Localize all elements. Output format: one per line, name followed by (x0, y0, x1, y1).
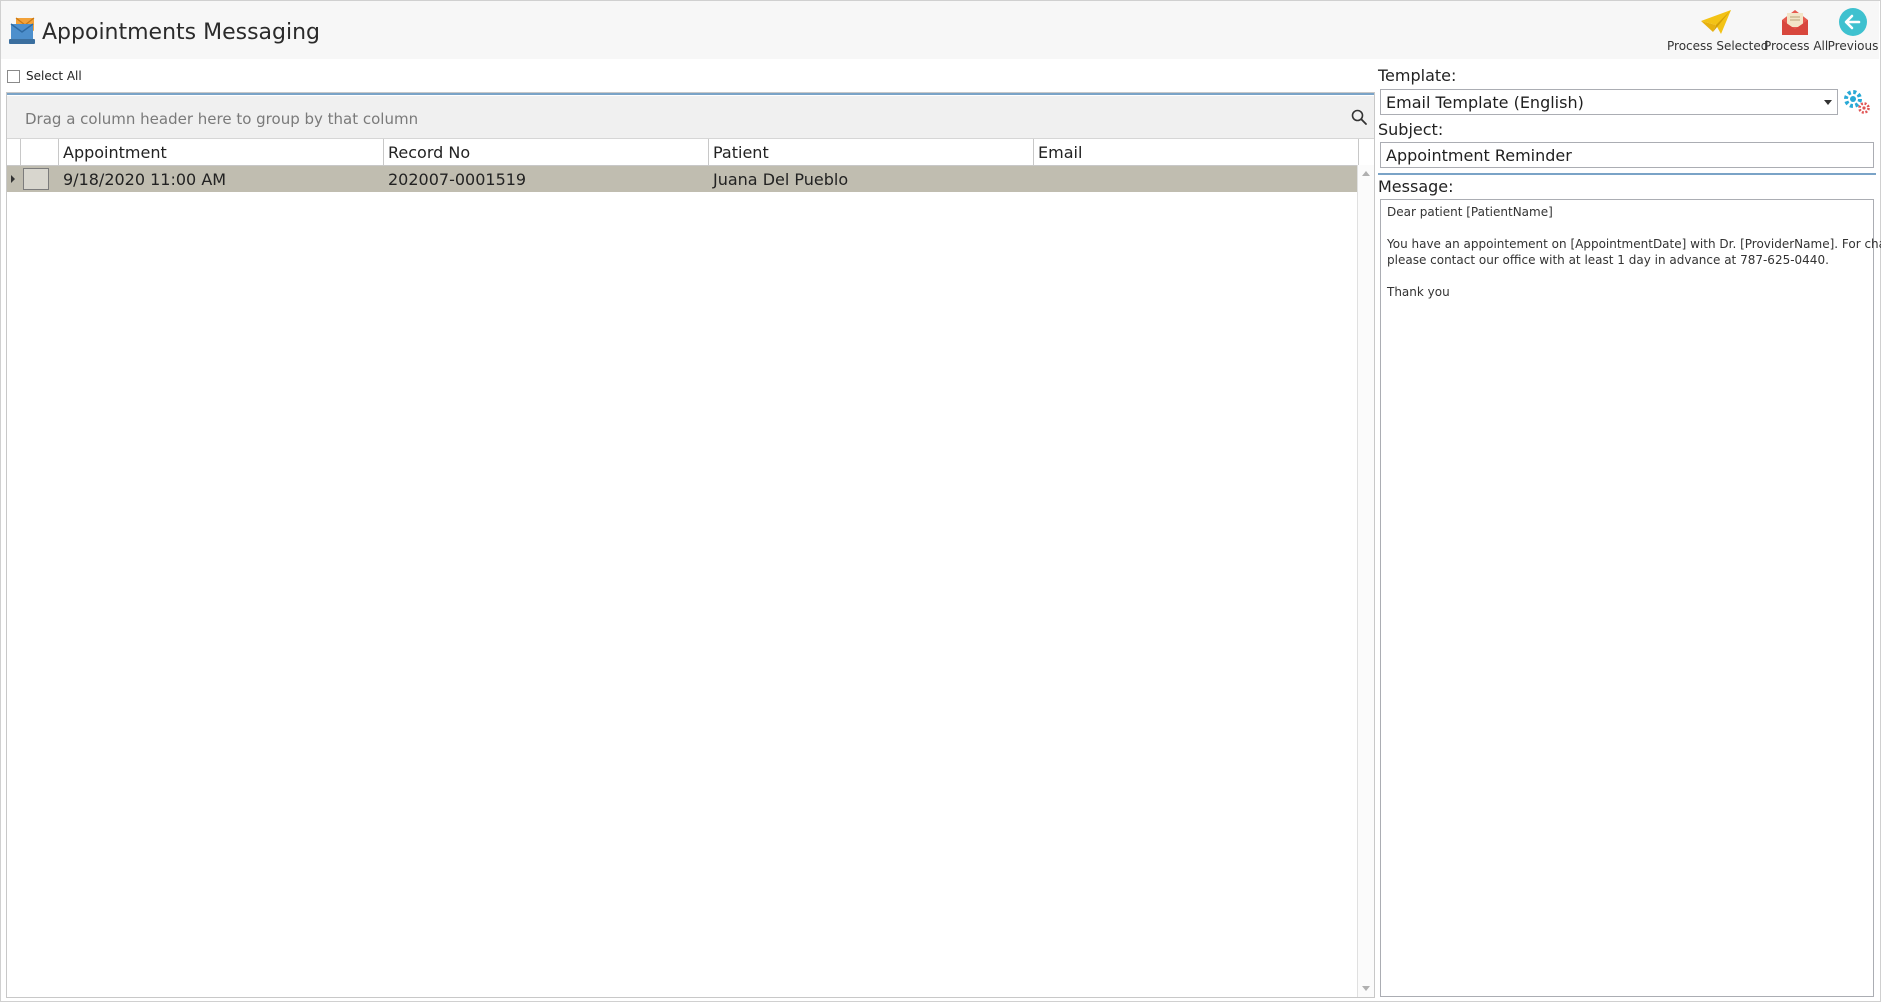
select-all-label: Select All (26, 69, 82, 83)
message-line: Dear patient [PatientName] (1387, 205, 1553, 219)
template-dropdown[interactable]: Email Template (English) (1380, 89, 1838, 115)
subject-label: Subject: (1378, 120, 1444, 139)
grid-top-divider (7, 93, 1374, 95)
previous-button[interactable]: Previous (1827, 5, 1879, 59)
message-line: Thank you (1387, 285, 1450, 299)
message-line: You have an appointement on [Appointment… (1387, 237, 1881, 251)
indicator-column-header (7, 139, 21, 165)
group-panel-hint: Drag a column header here to group by th… (25, 110, 419, 128)
process-all-button[interactable]: Process All (1764, 5, 1829, 59)
column-header-appointment[interactable]: Appointment (59, 139, 384, 165)
process-selected-label: Process Selected (1667, 39, 1769, 53)
header-bar: Appointments Messaging Process Selected … (1, 1, 1879, 59)
message-line: please contact our office with at least … (1387, 253, 1829, 267)
process-all-label: Process All (1764, 39, 1829, 53)
previous-label: Previous (1827, 39, 1879, 53)
envelope-open-icon (1782, 10, 1808, 35)
back-arrow-icon (1839, 8, 1867, 36)
table-row[interactable]: 9/18/2020 11:00 AM 202007-0001519 Juana … (7, 166, 1359, 192)
search-icon[interactable] (1350, 108, 1368, 126)
chevron-down-icon[interactable] (1824, 100, 1832, 105)
current-row-indicator (11, 175, 15, 183)
group-panel[interactable]: Drag a column header here to group by th… (7, 96, 1374, 139)
appointments-grid: Drag a column header here to group by th… (6, 92, 1375, 998)
cell-appointment: 9/18/2020 11:00 AM (63, 170, 227, 189)
column-header-email[interactable]: Email (1034, 139, 1359, 165)
row-select-checkbox[interactable] (23, 168, 49, 190)
message-line (1387, 220, 1867, 236)
column-header-row: Appointment Record No Patient Email (7, 139, 1359, 166)
message-line (1387, 268, 1867, 284)
cell-record-no: 202007-0001519 (388, 170, 527, 189)
subject-value: Appointment Reminder (1386, 146, 1572, 165)
select-all-checkbox[interactable]: Select All (7, 69, 82, 83)
message-textarea[interactable]: Dear patient [PatientName] You have an a… (1380, 199, 1881, 997)
envelopes-icon (9, 17, 35, 44)
process-selected-button[interactable]: Process Selected (1667, 5, 1769, 59)
gear-icon[interactable] (1843, 88, 1871, 116)
cell-email (1034, 166, 1359, 192)
select-all-box[interactable] (7, 69, 20, 83)
vertical-scrollbar[interactable] (1357, 165, 1374, 997)
column-header-record-no[interactable]: Record No (384, 139, 709, 165)
subject-input[interactable]: Appointment Reminder (1380, 142, 1874, 168)
cell-patient: Juana Del Pueblo (713, 170, 849, 189)
paper-plane-icon (1701, 10, 1731, 34)
column-header-patient[interactable]: Patient (709, 139, 1034, 165)
scroll-down-arrow[interactable] (1362, 986, 1370, 991)
select-column-header[interactable] (21, 139, 59, 165)
template-label: Template: (1378, 66, 1457, 85)
page-title: Appointments Messaging (42, 20, 321, 45)
message-label: Message: (1378, 177, 1454, 196)
subject-divider (1378, 173, 1876, 175)
scroll-up-arrow[interactable] (1362, 171, 1370, 176)
template-selected-value: Email Template (English) (1386, 93, 1584, 112)
